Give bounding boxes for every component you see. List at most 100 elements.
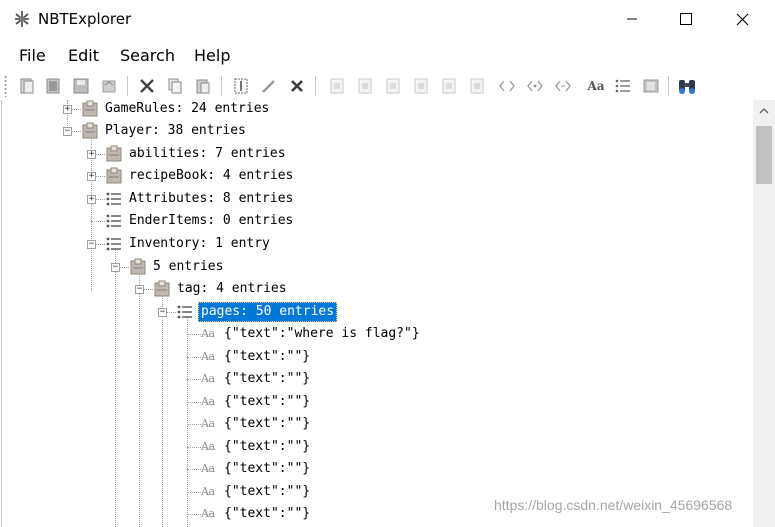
toolbar-separator [668,76,669,96]
add-double-icon [470,78,484,94]
edit-button[interactable] [259,76,279,96]
scroll-up-button[interactable] [753,100,775,122]
menu-bar: File Edit Search Help [0,40,775,70]
add-list-button[interactable] [613,76,633,96]
tree-node-page[interactable]: {"text":""} [222,505,312,523]
collapse-toggle[interactable]: − [63,127,72,136]
maximize-button[interactable] [660,0,712,38]
tree-node-inventory[interactable]: Inventory: 1 entry [127,235,272,253]
find-button[interactable] [677,76,697,96]
save-button[interactable] [71,76,91,96]
rename-icon [234,78,248,94]
tree-line [187,447,201,448]
tree-node-player[interactable]: Player: 38 entries [103,122,248,140]
compound-icon [82,100,98,117]
add-long-array-button[interactable] [553,76,573,96]
collapse-toggle[interactable]: − [135,285,144,294]
add-int-icon [386,78,400,94]
refresh-button[interactable] [99,76,119,96]
list-icon [177,305,192,319]
refresh-icon [102,80,116,93]
vertical-scrollbar[interactable] [753,100,775,527]
expand-toggle[interactable]: + [87,172,96,181]
tree-line [139,272,140,527]
tree-node-page[interactable]: {"text":"where is flag?"} [222,325,422,343]
tree-node-gamerules[interactable]: GameRules: 24 entries [103,100,271,118]
menu-search[interactable]: Search [120,46,175,65]
collapse-toggle[interactable]: − [87,240,96,249]
tree-node-page[interactable]: {"text":""} [222,370,312,388]
cut-button[interactable] [137,76,157,96]
list-icon [106,237,121,251]
window-title: NBTExplorer [38,10,132,28]
minimize-button[interactable] [606,0,658,38]
string-tag-icon: Aa [201,485,215,498]
add-compound-button[interactable] [641,76,661,96]
rename-button[interactable] [231,76,251,96]
tree-node-page[interactable]: {"text":""} [222,483,312,501]
add-int-button[interactable] [383,76,403,96]
tree-node-page[interactable]: {"text":""} [222,438,312,456]
compound-icon [82,122,98,139]
add-long-array-icon [555,80,571,92]
tree-node-page[interactable]: {"text":""} [222,348,312,366]
add-byte-array-icon [499,80,515,92]
nbt-tree-view[interactable]: + GameRules: 24 entries − Player: 38 ent… [1,100,753,527]
add-short-icon [358,78,372,94]
tree-node-page[interactable]: {"text":""} [222,415,312,433]
add-byte-button[interactable] [327,76,347,96]
find-icon [679,80,695,94]
delete-button[interactable] [287,76,307,96]
chevron-up-icon [759,108,769,114]
menu-file[interactable]: File [19,46,46,65]
tree-line [187,469,201,470]
tree-node-inventory-item[interactable]: 5 entries [151,258,225,276]
tree-node-page[interactable]: {"text":""} [222,460,312,478]
maximize-icon [680,13,692,25]
tree-node-recipebook[interactable]: recipeBook: 4 entries [127,167,295,185]
add-string-button[interactable]: Aa [585,76,607,96]
scrollbar-thumb[interactable] [756,126,772,184]
tree-node-tag[interactable]: tag: 4 entries [175,280,289,298]
list-icon [106,192,121,206]
expand-toggle[interactable]: + [87,150,96,159]
tree-node-attributes[interactable]: Attributes: 8 entries [127,190,295,208]
cut-icon [140,79,154,93]
copy-button[interactable] [165,76,185,96]
add-long-button[interactable] [411,76,431,96]
menu-edit[interactable]: Edit [68,46,99,65]
paste-icon [196,79,210,94]
tree-node-enderitems[interactable]: EnderItems: 0 entries [127,212,295,230]
open-folder-icon [46,78,60,94]
tree-line [187,492,201,493]
toolbar-separator [221,76,222,96]
tree-node-abilities[interactable]: abilities: 7 entries [127,145,288,163]
collapse-toggle[interactable]: − [111,263,120,272]
add-short-button[interactable] [355,76,375,96]
paste-button[interactable] [193,76,213,96]
compound-icon [130,258,146,275]
open-folder-button[interactable] [43,76,63,96]
string-tag-icon: Aa [201,350,215,363]
tree-node-pages[interactable]: pages: 50 entries [198,302,338,322]
open-file-button[interactable] [17,76,37,96]
tree-node-page[interactable]: {"text":""} [222,393,312,411]
tree-line [187,334,201,335]
menu-help[interactable]: Help [194,46,230,65]
close-icon [736,13,748,25]
expand-toggle[interactable]: + [87,195,96,204]
toolbar-grip[interactable] [4,75,7,97]
add-double-button[interactable] [467,76,487,96]
string-tag-icon: Aa [201,372,215,385]
add-int-array-button[interactable] [525,76,545,96]
close-button[interactable] [716,0,768,38]
collapse-toggle[interactable]: − [158,308,167,317]
add-int-array-icon [527,80,543,92]
add-byte-array-button[interactable] [497,76,517,96]
tree-line [115,250,116,527]
add-float-button[interactable] [439,76,459,96]
expand-toggle[interactable]: + [63,105,72,114]
toolbar-separator [127,76,128,96]
compound-icon [106,145,122,162]
string-tag-icon: Aa [201,395,215,408]
